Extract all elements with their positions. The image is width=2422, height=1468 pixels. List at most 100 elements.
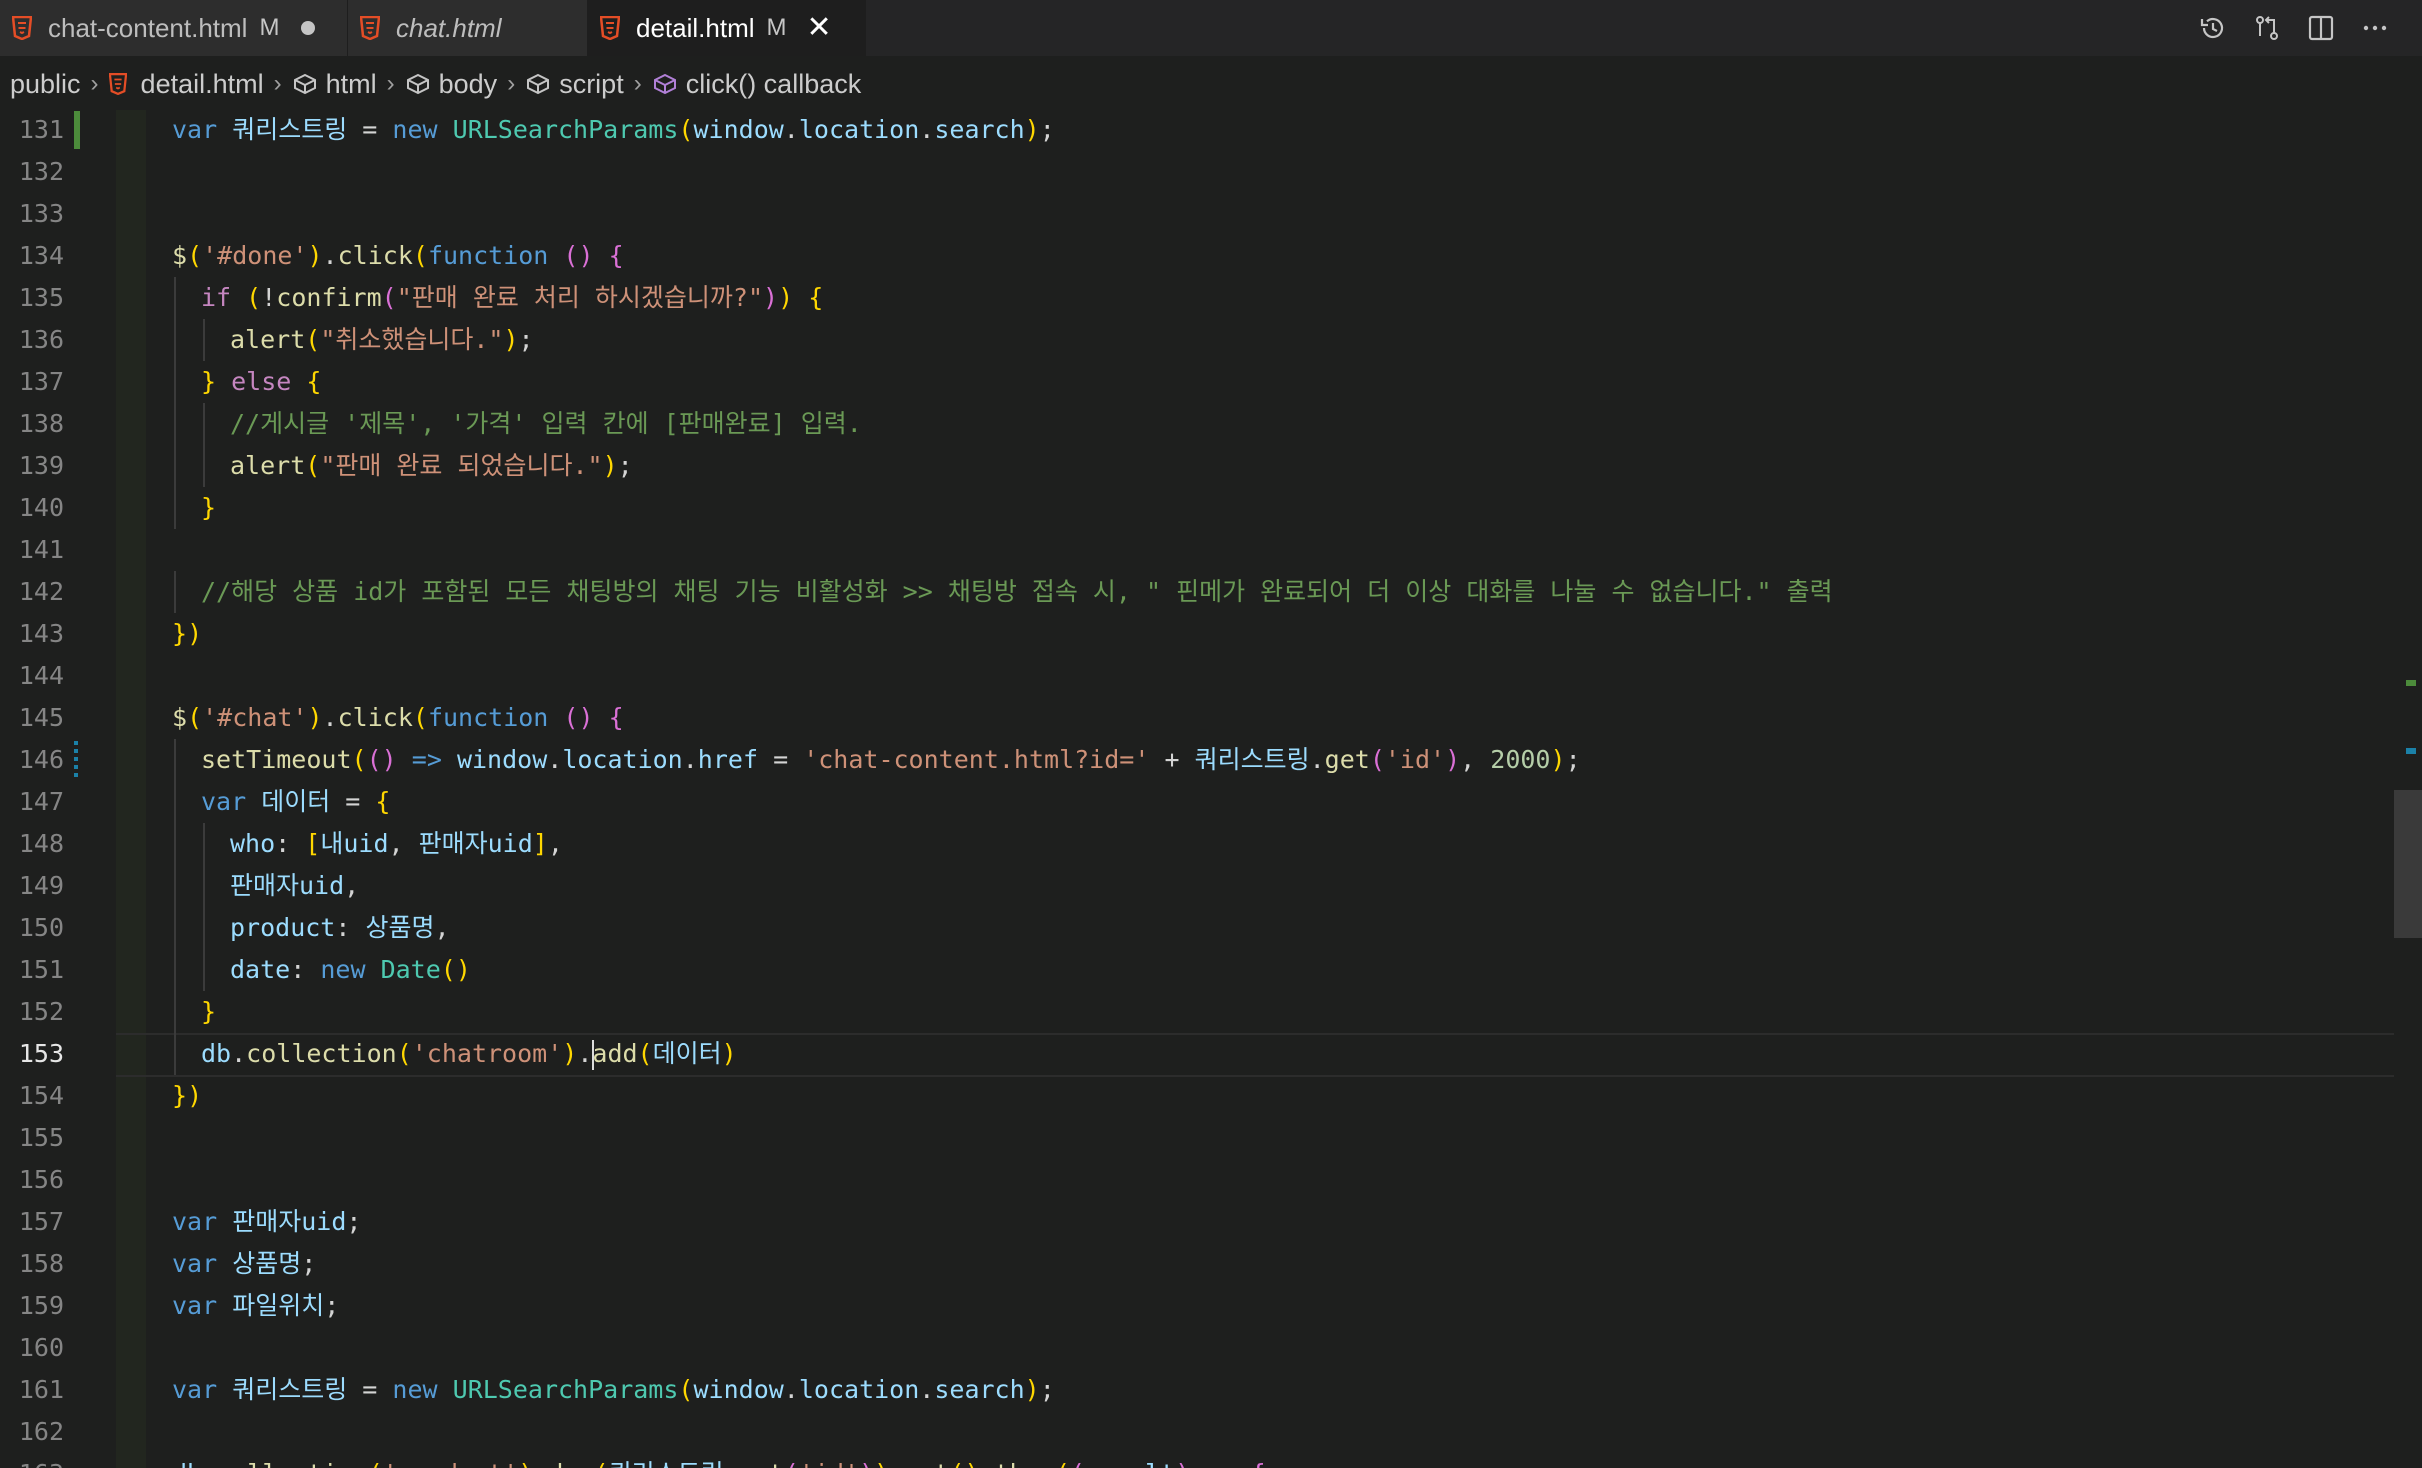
breadcrumb-label: click() callback xyxy=(685,68,862,99)
added-change-marker xyxy=(2406,680,2416,686)
line-number: 136 xyxy=(18,325,64,354)
code-line[interactable]: 143}) xyxy=(0,613,2400,655)
code-line[interactable]: 151 date: new Date() xyxy=(0,949,2400,991)
code-text: var 데이터 = { xyxy=(201,787,391,816)
line-number: 131 xyxy=(18,115,64,144)
code-line[interactable]: 153 db.collection('chatroom').add(데이터) xyxy=(0,1033,2422,1077)
line-number: 161 xyxy=(18,1375,64,1404)
code-line[interactable]: 142 //해당 상품 id가 포함된 모든 채팅방의 채팅 기능 비활성화 >>… xyxy=(0,571,2400,613)
code-line[interactable]: 139 alert("판매 완료 되었습니다."); xyxy=(0,445,2400,487)
breadcrumb-label: html xyxy=(325,68,377,99)
indent-guide xyxy=(174,781,176,823)
code-line[interactable]: 148 who: [내uid, 판매자uid], xyxy=(0,823,2400,865)
code-text: db.collection('chatroom').add(데이터) xyxy=(201,1039,737,1070)
line-number: 154 xyxy=(18,1081,64,1110)
code-text: if (!confirm("판매 완료 처리 하시겠습니까?")) { xyxy=(201,283,824,312)
code-line[interactable]: 150 product: 상품명, xyxy=(0,907,2400,949)
code-text: product: 상품명, xyxy=(230,913,450,942)
close-icon[interactable]: ✕ xyxy=(807,13,832,43)
code-line[interactable]: 135 if (!confirm("판매 완료 처리 하시겠습니까?")) { xyxy=(0,277,2400,319)
code-text: }) xyxy=(172,1081,203,1110)
indent-guide xyxy=(174,949,176,991)
line-number: 151 xyxy=(18,955,64,984)
code-line[interactable]: 136 alert("취소했습니다."); xyxy=(0,319,2400,361)
code-line[interactable]: 145 $('#chat').click(function () { xyxy=(0,697,2400,739)
breadcrumb-item-script[interactable]: script › xyxy=(525,69,652,100)
line-number: 146 xyxy=(18,745,64,774)
code-line[interactable]: 132 xyxy=(0,151,2400,193)
line-number: 148 xyxy=(18,829,64,858)
indent-guide xyxy=(174,403,176,445)
vertical-scrollbar[interactable] xyxy=(2394,110,2422,1468)
tab-chat-content[interactable]: chat-content.html M xyxy=(0,0,348,56)
breadcrumb-item-body[interactable]: body › xyxy=(405,69,526,100)
modified-line-marker[interactable] xyxy=(74,741,78,779)
code-text: //해당 상품 id가 포함된 모든 채팅방의 채팅 기능 비활성화 >> 채팅… xyxy=(201,577,1833,606)
code-line[interactable]: 155 xyxy=(0,1117,2400,1159)
breadcrumb-item-public[interactable]: public › xyxy=(10,69,109,100)
tab-chat[interactable]: chat.html xyxy=(348,0,588,56)
code-line[interactable]: 146 setTimeout(() => window.location.href… xyxy=(0,739,2400,781)
code-line[interactable]: 131 var 쿼리스트링 = new URLSearchParams(windo… xyxy=(0,110,2400,151)
code-line[interactable]: 144 xyxy=(0,655,2400,697)
code-text: }) xyxy=(172,619,203,648)
code-line[interactable]: 160 xyxy=(0,1327,2400,1369)
chevron-right-icon: › xyxy=(507,70,516,97)
code-line[interactable]: 147 var 데이터 = { xyxy=(0,781,2400,823)
code-editor[interactable]: 131 var 쿼리스트링 = new URLSearchParams(windo… xyxy=(0,110,2422,1468)
code-text: alert("판매 완료 되었습니다."); xyxy=(230,451,633,480)
code-text: who: [내uid, 판매자uid], xyxy=(230,829,563,858)
indent-guide xyxy=(174,277,176,319)
scrollbar-thumb[interactable] xyxy=(2394,790,2422,938)
indent-guide xyxy=(203,865,205,907)
html5-icon xyxy=(11,15,33,41)
code-line[interactable]: 157 var 판매자uid; xyxy=(0,1201,2400,1243)
code-line[interactable]: 149 판매자uid, xyxy=(0,865,2400,907)
line-number: 133 xyxy=(18,199,64,228)
modified-change-marker xyxy=(2406,748,2416,754)
code-line[interactable]: 133 xyxy=(0,193,2400,235)
tab-detail[interactable]: detail.html M ✕ xyxy=(588,0,866,56)
breadcrumb-item-html[interactable]: html › xyxy=(292,69,405,100)
split-editor-icon[interactable] xyxy=(2304,11,2338,45)
code-line[interactable]: 137} else { xyxy=(0,361,2400,403)
indent-guide xyxy=(203,949,205,991)
code-line[interactable]: 134 $('#done').click(function () { xyxy=(0,235,2400,277)
compare-changes-icon[interactable] xyxy=(2250,11,2284,45)
code-line[interactable]: 154}) xyxy=(0,1075,2400,1117)
symbol-method-icon xyxy=(652,73,678,95)
code-line[interactable]: 152} xyxy=(0,991,2400,1033)
history-icon[interactable] xyxy=(2196,11,2230,45)
indent-guide xyxy=(174,865,176,907)
breadcrumb-item-callback[interactable]: click() callback xyxy=(652,68,862,100)
modified-indicator: M xyxy=(766,14,787,41)
code-line[interactable]: 163 db.collection('product').doc(쿼리스트링.ge… xyxy=(0,1453,2400,1468)
line-number: 140 xyxy=(18,493,64,522)
code-line[interactable]: 140} xyxy=(0,487,2400,529)
code-text: var 쿼리스트링 = new URLSearchParams(window.l… xyxy=(172,1375,1055,1404)
code-line[interactable]: 162 xyxy=(0,1411,2400,1453)
added-line-marker[interactable] xyxy=(74,111,80,149)
line-number: 141 xyxy=(18,535,64,564)
breadcrumb: public › detail.html › html › body › scr… xyxy=(0,60,2422,108)
more-actions-icon[interactable] xyxy=(2358,11,2392,45)
code-line[interactable]: 158 var 상품명; xyxy=(0,1243,2400,1285)
chevron-right-icon: › xyxy=(386,70,395,97)
breadcrumb-label: public xyxy=(10,68,81,99)
chevron-right-icon: › xyxy=(633,70,642,97)
code-line[interactable]: 156 xyxy=(0,1159,2400,1201)
code-line[interactable]: 138 //게시글 '제목', '가격' 입력 칸에 [판매완료] 입력. xyxy=(0,403,2400,445)
indent-guide xyxy=(174,445,176,487)
code-line[interactable]: 161 var 쿼리스트링 = new URLSearchParams(windo… xyxy=(0,1369,2400,1411)
code-line[interactable]: 141 xyxy=(0,529,2400,571)
code-text: } xyxy=(201,997,217,1026)
line-number: 135 xyxy=(18,283,64,312)
html5-icon xyxy=(108,73,127,95)
unsaved-dot-icon[interactable] xyxy=(301,21,316,35)
breadcrumb-item-file[interactable]: detail.html › xyxy=(108,69,292,100)
symbol-field-icon xyxy=(405,73,431,95)
symbol-field-icon xyxy=(292,73,318,95)
code-line[interactable]: 159 var 파일위치; xyxy=(0,1285,2400,1327)
code-text: db.collection('product').doc(쿼리스트링.get('… xyxy=(172,1453,1266,1468)
breadcrumb-label: script xyxy=(559,68,624,99)
